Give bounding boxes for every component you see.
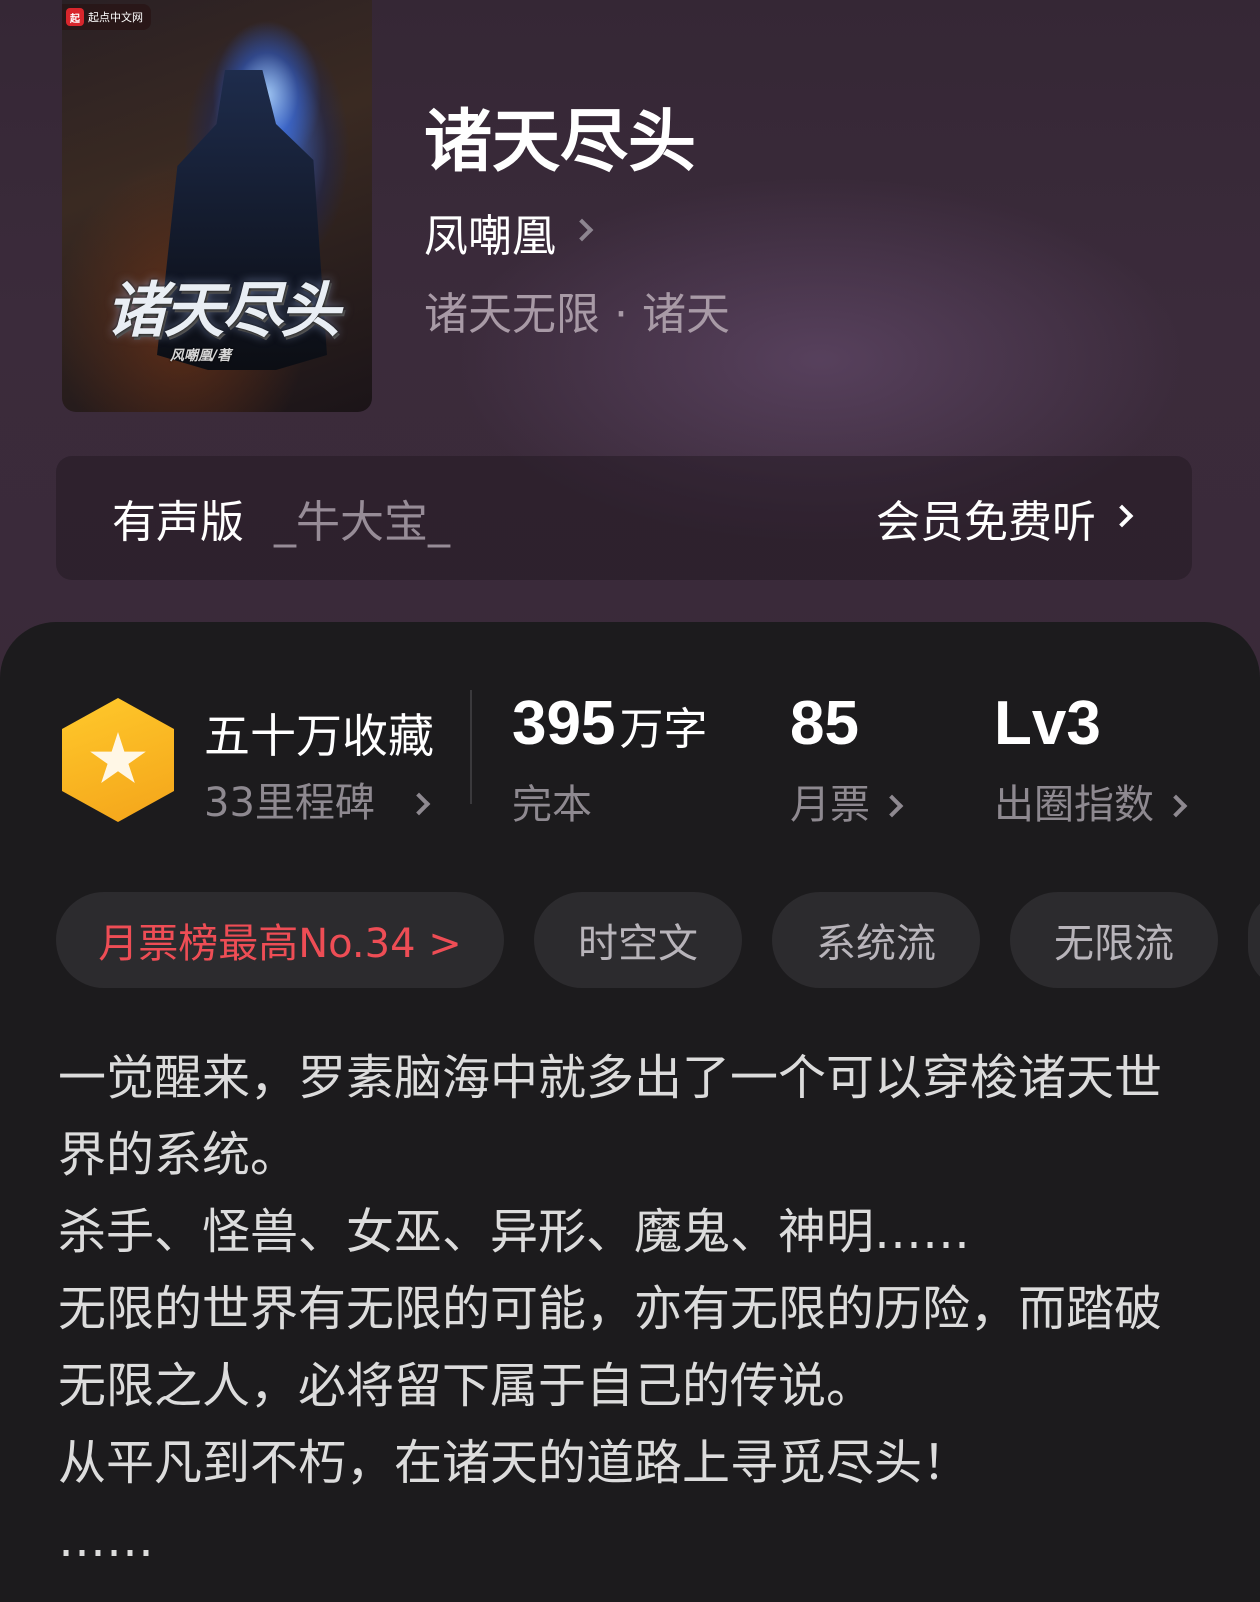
member-listen-link[interactable]: 会员免费听	[876, 486, 1130, 550]
stats-divider	[470, 690, 472, 804]
description-line: 从平凡到不朽，在诸天的道路上寻觅尽头！	[58, 1435, 971, 1491]
tag-infinite[interactable]: 无限流	[1010, 892, 1218, 988]
book-status: 完本	[512, 782, 592, 828]
word-count: 395万字	[512, 688, 707, 759]
collection-title[interactable]: 五十万收藏	[204, 700, 434, 766]
milestone-label: 33里程碑	[204, 780, 375, 826]
chevron-right-icon	[1168, 778, 1184, 824]
popularity-level-value[interactable]: Lv3	[994, 688, 1101, 759]
publisher-logo: 起	[66, 8, 84, 26]
monthly-votes-label: 月票	[790, 782, 870, 828]
audiobook-label: 有声版	[112, 497, 244, 548]
book-cover[interactable]: 起 起点中文网 诸天尽头 风嘲凰/著	[62, 0, 372, 412]
description-line: 无限的世界有无限的可能，亦有无限的历险，而踏破无限之人，必将留下属于自己的传说。	[58, 1281, 1163, 1414]
chevron-right-icon	[1114, 508, 1130, 528]
book-description[interactable]: 一觉醒来，罗素脑海中就多出了一个可以穿梭诸天世界的系统。 杀手、怪兽、女巫、异形…	[58, 1040, 1188, 1579]
publisher-name: 起点中文网	[88, 11, 143, 24]
description-line: ……	[58, 1512, 154, 1568]
author-name: 凤嘲凰	[424, 211, 556, 262]
tag-row: 月票榜最高No.34 > 时空文 系统流 无限流	[56, 892, 1260, 988]
milestone-link[interactable]: 33里程碑	[204, 770, 427, 828]
book-header: 起 起点中文网 诸天尽头 风嘲凰/著 诸天尽头 凤嘲凰 诸天无限 · 诸天 有声…	[0, 0, 1260, 700]
book-genre[interactable]: 诸天无限 · 诸天	[424, 278, 730, 342]
ranking-tag[interactable]: 月票榜最高No.34 >	[56, 892, 504, 988]
audiobook-bar[interactable]: 有声版 _牛大宝_ 会员免费听	[56, 456, 1192, 580]
description-line: 杀手、怪兽、女巫、异形、魔鬼、神明……	[58, 1204, 971, 1260]
book-title: 诸天尽头	[424, 102, 697, 182]
monthly-votes-link[interactable]: 月票	[790, 772, 900, 830]
cover-author: 风嘲凰/著	[170, 348, 232, 364]
author-link[interactable]: 凤嘲凰	[424, 200, 590, 264]
tag-time-travel[interactable]: 时空文	[534, 892, 742, 988]
monthly-votes-value[interactable]: 85	[790, 688, 859, 759]
popularity-index-link[interactable]: 出圈指数	[994, 772, 1184, 830]
member-listen-label: 会员免费听	[876, 497, 1096, 548]
chevron-right-icon	[574, 222, 590, 242]
chevron-right-icon	[884, 778, 900, 824]
word-count-number: 395	[512, 689, 616, 758]
chevron-right-icon	[411, 776, 427, 822]
popularity-index-label: 出圈指数	[994, 782, 1154, 828]
description-line: 一觉醒来，罗素脑海中就多出了一个可以穿梭诸天世界的系统。	[58, 1050, 1163, 1183]
star-icon	[90, 732, 146, 783]
publisher-badge: 起 起点中文网	[62, 4, 151, 30]
tag-overflow[interactable]	[1248, 892, 1260, 988]
narrator-name: _牛大宝_	[274, 497, 450, 548]
word-count-unit: 万字	[619, 704, 708, 755]
tag-system[interactable]: 系统流	[772, 892, 980, 988]
cover-title: 诸天尽头	[106, 276, 340, 346]
